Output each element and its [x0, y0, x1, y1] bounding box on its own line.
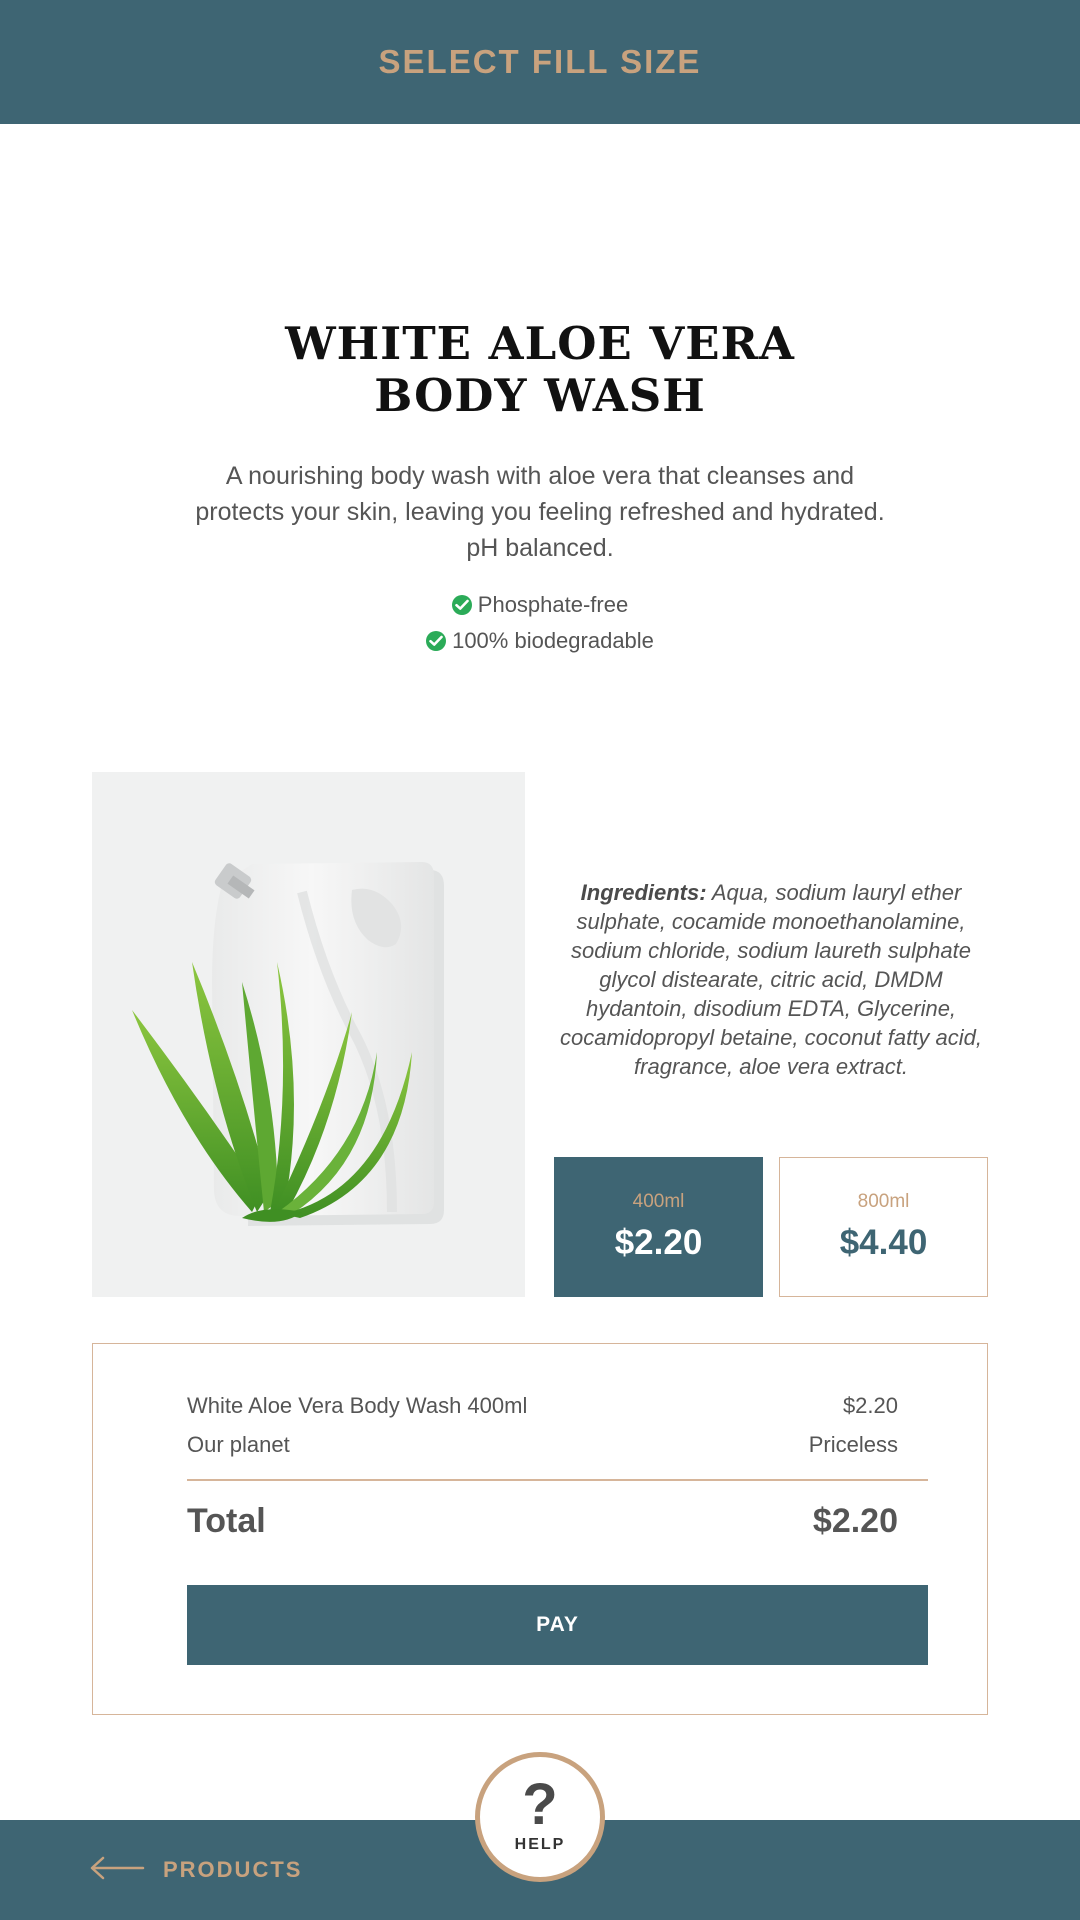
product-description: A nourishing body wash with aloe vera th…: [195, 462, 885, 562]
back-label: PRODUCTS: [163, 1857, 303, 1882]
summary-divider: [187, 1479, 928, 1481]
product-title-line-2: BODY WASH: [374, 369, 706, 422]
page-title: SELECT FILL SIZE: [378, 43, 702, 80]
size-price: $2.20: [614, 1223, 703, 1262]
order-summary: White Aloe Vera Body Wash 400ml $2.20 Ou…: [92, 1343, 988, 1715]
feature-label: 100% biodegradable: [452, 628, 654, 653]
feature-item: 100% biodegradable: [0, 623, 1080, 659]
total-value: $2.20: [812, 1502, 898, 1540]
size-price: $4.40: [839, 1223, 928, 1262]
pay-button[interactable]: PAY: [187, 1585, 928, 1665]
summary-total: Total $2.20: [187, 1502, 898, 1541]
size-option-400ml[interactable]: 400ml $2.20: [554, 1157, 763, 1297]
feature-item: Phosphate-free: [0, 587, 1080, 623]
question-mark-icon: ?: [522, 1772, 558, 1837]
back-to-products-link[interactable]: PRODUCTS: [89, 1848, 302, 1892]
summary-line-value: Priceless: [808, 1432, 898, 1457]
summary-line-item: Our planet Priceless: [187, 1432, 898, 1458]
size-volume: 400ml: [632, 1191, 685, 1212]
product-title: WHITE ALOE VERA BODY WASH: [0, 318, 1080, 422]
feature-label: Phosphate-free: [477, 592, 629, 617]
help-label: HELP: [514, 1836, 566, 1853]
size-volume: 800ml: [857, 1191, 910, 1212]
product-image: [92, 772, 525, 1297]
header-bar: SELECT FILL SIZE: [0, 0, 1080, 124]
total-label: Total: [187, 1502, 266, 1540]
size-option-800ml[interactable]: 800ml $4.40: [779, 1157, 988, 1297]
arrow-left-icon: [89, 1856, 145, 1885]
feature-list: Phosphate-free 100% biodegradable: [0, 587, 1080, 659]
summary-line-label: Our planet: [187, 1432, 290, 1457]
summary-line-label: White Aloe Vera Body Wash 400ml: [187, 1393, 528, 1418]
check-circle-icon: [426, 631, 447, 651]
product-title-line-1: WHITE ALOE VERA: [285, 317, 795, 370]
check-circle-icon: [451, 595, 472, 615]
ingredients-label: Ingredients:: [580, 880, 707, 905]
summary-line-value: $2.20: [842, 1393, 898, 1418]
help-button[interactable]: ? HELP: [475, 1752, 605, 1882]
ingredients-text: Ingredients: Aqua, sodium lauryl ether s…: [554, 878, 988, 1081]
ingredients-list: Aqua, sodium lauryl ether sulphate, coca…: [560, 880, 982, 1079]
summary-line-item: White Aloe Vera Body Wash 400ml $2.20: [187, 1393, 898, 1419]
